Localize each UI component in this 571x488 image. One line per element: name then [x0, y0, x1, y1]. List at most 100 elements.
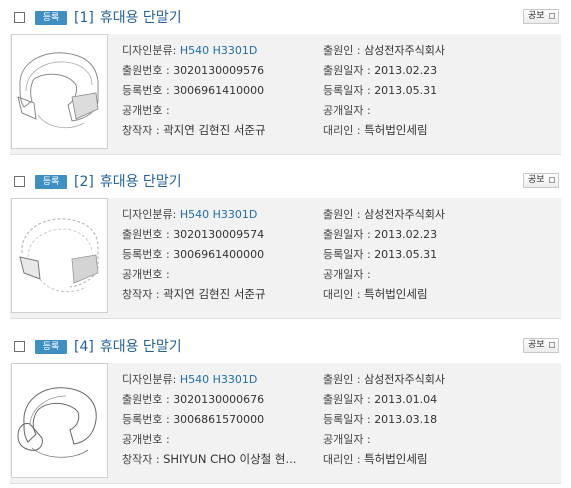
pub-no-label: 공개번호 : [122, 268, 170, 281]
external-link-icon [549, 13, 555, 19]
creator-value: 곽지연 김현진 서준규 [163, 123, 266, 137]
app-date-label: 출원일자 : [323, 393, 371, 406]
status-badge: 등록 [35, 340, 67, 354]
pub-date-label: 공개일자 : [323, 268, 371, 281]
result-title: 휴대용 단말기 [99, 339, 182, 355]
pub-no-field: 공개번호 : [122, 432, 170, 447]
reg-no-label: 등록번호 : [122, 248, 170, 261]
design-thumbnail[interactable] [11, 198, 108, 313]
wearable-drawing-3 [17, 387, 97, 458]
wearable-drawing-1 [17, 52, 99, 129]
design-class-value[interactable]: H540 H3301D [180, 373, 258, 386]
gazette-label: 공보 [528, 175, 545, 185]
applicant-label: 출원인 : [323, 44, 361, 57]
reg-no-field: 등록번호 : 3006961410000 [122, 83, 264, 98]
applicant-value: 삼성전자주식회사 [364, 373, 446, 386]
agent-field: 대리인 : 특허법인세림 [323, 123, 428, 138]
gazette-button[interactable]: 공보 [523, 9, 559, 24]
creator-label: 창작자 : [122, 453, 160, 466]
agent-label: 대리인 : [323, 124, 361, 137]
reg-no-field: 등록번호 : 3006861570000 [122, 412, 264, 427]
design-class-label: 디자인분류: [122, 208, 177, 221]
design-class-field: 디자인분류: H540 H3301D [122, 372, 257, 387]
pub-date-field: 공개일자 : [323, 432, 371, 447]
design-thumbnail[interactable] [11, 34, 108, 149]
app-no-label: 출원번호 : [122, 393, 170, 406]
reg-date-label: 등록일자 : [323, 248, 371, 261]
agent-value: 특허법인세림 [364, 287, 428, 301]
result-title-link[interactable]: [2] 휴대용 단말기 [74, 172, 182, 192]
app-date-value: 2013.02.23 [374, 64, 438, 77]
reg-date-label: 등록일자 : [323, 413, 371, 426]
reg-no-value: 3006961410000 [173, 84, 265, 97]
reg-date-field: 등록일자 : 2013.05.31 [323, 247, 437, 262]
agent-label: 대리인 : [323, 453, 361, 466]
applicant-field: 출원인 : 삼성전자주식회사 [323, 372, 445, 387]
reg-no-label: 등록번호 : [122, 413, 170, 426]
status-badge: 등록 [35, 11, 67, 25]
reg-date-field: 등록일자 : 2013.03.18 [323, 412, 437, 427]
app-date-field: 출원일자 : 2013.01.04 [323, 392, 437, 407]
app-date-field: 출원일자 : 2013.02.23 [323, 63, 437, 78]
gazette-button[interactable]: 공보 [523, 173, 559, 188]
creator-field: 창작자 : 곽지연 김현진 서준규 [122, 123, 266, 138]
design-class-label: 디자인분류: [122, 44, 177, 57]
result-title-row: 등록 [1] 휴대용 단말기 공보 [0, 8, 571, 32]
result-title: 휴대용 단말기 [99, 10, 182, 26]
result-title: 휴대용 단말기 [99, 174, 182, 190]
external-link-icon [549, 342, 555, 348]
result-number: [2] [74, 174, 94, 190]
applicant-value: 삼성전자주식회사 [364, 208, 446, 221]
applicant-label: 출원인 : [323, 208, 361, 221]
app-date-field: 출원일자 : 2013.02.23 [323, 227, 437, 242]
result-number: [4] [74, 339, 94, 355]
pub-no-label: 공개번호 : [122, 104, 170, 117]
reg-date-field: 등록일자 : 2013.05.31 [323, 83, 437, 98]
pub-date-field: 공개일자 : [323, 103, 371, 118]
select-checkbox[interactable] [14, 12, 25, 23]
design-thumbnail[interactable] [11, 363, 108, 478]
app-no-value: 3020130000676 [173, 393, 265, 406]
design-class-value[interactable]: H540 H3301D [180, 44, 258, 57]
gazette-label: 공보 [528, 340, 545, 350]
design-class-field: 디자인분류: H540 H3301D [122, 43, 257, 58]
creator-value: 곽지연 김현진 서준규 [163, 287, 266, 301]
gazette-button[interactable]: 공보 [523, 338, 559, 353]
result-card: 디자인분류: H540 H3301D 출원번호 : 3020130009576 … [10, 34, 561, 155]
design-class-field: 디자인분류: H540 H3301D [122, 207, 257, 222]
app-no-value: 3020130009574 [173, 228, 265, 241]
pub-date-field: 공개일자 : [323, 267, 371, 282]
agent-field: 대리인 : 특허법인세림 [323, 287, 428, 302]
creator-field: 창작자 : SHIYUN CHO 이상철 현... [122, 452, 296, 467]
pub-no-field: 공개번호 : [122, 103, 170, 118]
reg-no-value: 3006861570000 [173, 413, 265, 426]
result-card: 디자인분류: H540 H3301D 출원번호 : 3020130009574 … [10, 198, 561, 319]
result-title-link[interactable]: [4] 휴대용 단말기 [74, 337, 182, 357]
result-number: [1] [74, 10, 94, 26]
reg-no-field: 등록번호 : 3006961400000 [122, 247, 264, 262]
result-card: 디자인분류: H540 H3301D 출원번호 : 3020130000676 … [10, 363, 561, 484]
applicant-field: 출원인 : 삼성전자주식회사 [323, 207, 445, 222]
reg-date-label: 등록일자 : [323, 84, 371, 97]
agent-field: 대리인 : 특허법인세림 [323, 452, 428, 467]
app-no-label: 출원번호 : [122, 228, 170, 241]
result-title-row: 등록 [2] 휴대용 단말기 공보 [0, 172, 571, 196]
app-no-field: 출원번호 : 3020130009574 [122, 227, 264, 242]
creator-field: 창작자 : 곽지연 김현진 서준규 [122, 287, 266, 302]
pub-date-label: 공개일자 : [323, 433, 371, 446]
design-class-value[interactable]: H540 H3301D [180, 208, 258, 221]
select-checkbox[interactable] [14, 341, 25, 352]
reg-date-value: 2013.03.18 [374, 413, 438, 426]
reg-date-value: 2013.05.31 [374, 248, 438, 261]
wearable-drawing-2 [19, 218, 99, 293]
result-title-link[interactable]: [1] 휴대용 단말기 [74, 8, 182, 28]
select-checkbox[interactable] [14, 176, 25, 187]
app-date-value: 2013.02.23 [374, 228, 438, 241]
external-link-icon [549, 177, 555, 183]
creator-label: 창작자 : [122, 124, 160, 137]
pub-no-label: 공개번호 : [122, 433, 170, 446]
app-no-field: 출원번호 : 3020130009576 [122, 63, 264, 78]
agent-label: 대리인 : [323, 288, 361, 301]
app-no-field: 출원번호 : 3020130000676 [122, 392, 264, 407]
applicant-label: 출원인 : [323, 373, 361, 386]
